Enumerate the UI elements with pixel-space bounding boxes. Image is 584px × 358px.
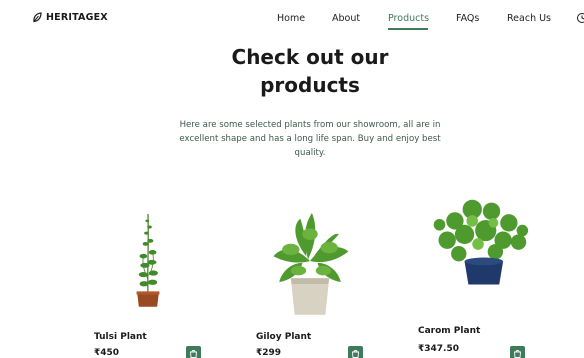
nav-item-faqs[interactable]: FAQs	[456, 13, 479, 24]
product-price: ₹347.50	[418, 344, 459, 354]
tulsi-plant-image	[136, 213, 160, 307]
product-name: Tulsi Plant	[94, 332, 147, 342]
active-nav-indicator	[388, 28, 428, 30]
nav-item-home[interactable]: Home	[277, 13, 305, 24]
product-card-giloy[interactable]: Giloy Plant ₹299	[252, 190, 377, 358]
shopping-bag-icon	[190, 349, 197, 358]
giloy-plant-image	[273, 213, 349, 315]
product-card-carom[interactable]: Carom Plant ₹347.50	[414, 190, 539, 358]
navbar: HERITAGEX Home About Products FAQs Reach…	[0, 0, 584, 38]
add-to-cart-button[interactable]	[510, 346, 525, 358]
nav-links: Home About Products FAQs Reach Us	[0, 13, 584, 27]
page-subtitle: Here are some selected plants from our s…	[179, 120, 441, 158]
page-title: Check out our products	[231, 45, 389, 97]
nav-item-reach-us[interactable]: Reach Us	[507, 13, 551, 24]
product-name: Carom Plant	[418, 326, 481, 336]
cart-icon[interactable]	[576, 12, 584, 24]
add-to-cart-button[interactable]	[348, 346, 363, 358]
product-price: ₹299	[256, 348, 282, 358]
shopping-bag-icon	[352, 349, 359, 358]
add-to-cart-button[interactable]	[186, 346, 201, 358]
product-name: Giloy Plant	[256, 332, 312, 342]
nav-item-products[interactable]: Products	[388, 13, 429, 24]
product-card-tulsi[interactable]: Tulsi Plant ₹450	[90, 190, 215, 358]
shopping-bag-icon	[514, 349, 521, 358]
product-price: ₹450	[94, 348, 120, 358]
nav-item-about[interactable]: About	[332, 13, 360, 24]
carom-plant-image	[433, 199, 529, 285]
